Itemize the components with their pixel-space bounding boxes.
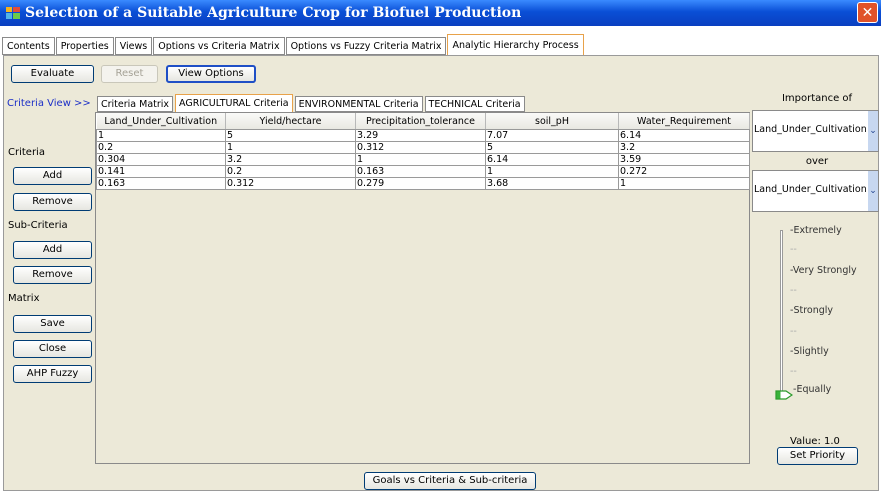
scale-tick-minor: -- bbox=[790, 244, 797, 255]
importance-slider[interactable] bbox=[780, 230, 783, 395]
table-cell[interactable]: 1 bbox=[96, 129, 226, 142]
scale-label-extremely: Extremely bbox=[793, 225, 842, 236]
criterion-b-value: Land_Under_Cultivation bbox=[754, 184, 867, 195]
table-row: 0.163 0.312 0.279 3.68 1 bbox=[96, 177, 750, 190]
table-cell[interactable]: 3.29 bbox=[355, 129, 486, 142]
table-cell[interactable]: 1 bbox=[485, 165, 619, 178]
tab-properties[interactable]: Properties bbox=[55, 37, 114, 55]
table-cell[interactable]: 6.14 bbox=[485, 153, 619, 166]
value-readout: Value: 1.0 bbox=[790, 436, 840, 447]
criterion-a-value: Land_Under_Cultivation bbox=[754, 124, 867, 135]
criteria-label: Criteria bbox=[8, 147, 45, 158]
chevron-down-icon[interactable]: ⌄ bbox=[868, 111, 878, 151]
table-cell[interactable]: 3.59 bbox=[618, 153, 750, 166]
scale-tick-equally: -Equally bbox=[793, 384, 832, 395]
goals-vs-criteria-button[interactable]: Goals vs Criteria & Sub-criteria bbox=[364, 472, 536, 490]
reset-button[interactable]: Reset bbox=[101, 65, 158, 83]
table-cell[interactable]: 3.68 bbox=[485, 177, 619, 190]
column-header[interactable]: soil_pH bbox=[485, 113, 619, 130]
remove-criteria-button[interactable]: Remove bbox=[13, 193, 92, 211]
tab-environmental-criteria[interactable]: ENVIRONMENTAL Criteria bbox=[294, 96, 423, 112]
scale-label-strongly: Strongly bbox=[793, 305, 834, 316]
ahp-fuzzy-button[interactable]: AHP Fuzzy bbox=[13, 365, 92, 383]
save-button[interactable]: Save bbox=[13, 315, 92, 333]
table-cell[interactable]: 5 bbox=[485, 141, 619, 154]
scale-tick-minor: -- bbox=[790, 285, 797, 296]
table-cell[interactable]: 0.141 bbox=[96, 165, 226, 178]
table-row: 0.2 1 0.312 5 3.2 bbox=[96, 141, 750, 154]
remove-sub-criteria-button[interactable]: Remove bbox=[13, 266, 92, 284]
scale-tick-extremely: -Extremely bbox=[790, 225, 842, 236]
close-icon[interactable]: ✕ bbox=[857, 2, 878, 23]
app-icon bbox=[6, 7, 20, 19]
view-options-button[interactable]: View Options bbox=[166, 65, 256, 83]
chevron-down-icon[interactable]: ⌄ bbox=[868, 171, 878, 211]
table-cell[interactable]: 0.304 bbox=[96, 153, 226, 166]
table-cell[interactable]: 0.272 bbox=[618, 165, 750, 178]
tab-contents[interactable]: Contents bbox=[2, 37, 55, 55]
close-button[interactable]: Close bbox=[13, 340, 92, 358]
table-cell[interactable]: 0.2 bbox=[96, 141, 226, 154]
matrix-label: Matrix bbox=[8, 293, 40, 304]
scale-tick-slightly: -Slightly bbox=[790, 346, 829, 357]
tab-views[interactable]: Views bbox=[114, 37, 153, 55]
sub-criteria-label: Sub-Criteria bbox=[8, 220, 68, 231]
column-header[interactable]: Water_Requirement bbox=[618, 113, 750, 130]
table-cell[interactable]: 0.312 bbox=[225, 177, 356, 190]
importance-of-label: Importance of bbox=[781, 93, 853, 104]
comparison-matrix-panel: Land_Under_Cultivation Yield/hectare Pre… bbox=[95, 112, 750, 464]
column-header[interactable]: Land_Under_Cultivation bbox=[96, 113, 226, 130]
scale-label-very-strongly: Very Strongly bbox=[792, 265, 857, 276]
table-cell[interactable]: 0.312 bbox=[355, 141, 486, 154]
criteria-tab-strip: Criteria Matrix AGRICULTURAL Criteria EN… bbox=[97, 94, 527, 112]
set-priority-button[interactable]: Set Priority bbox=[777, 447, 858, 465]
over-label: over bbox=[805, 156, 829, 167]
scale-tick-minor: -- bbox=[790, 326, 797, 337]
table-header-row: Land_Under_Cultivation Yield/hectare Pre… bbox=[96, 113, 750, 130]
add-sub-criteria-button[interactable]: Add bbox=[13, 241, 92, 259]
table-cell[interactable]: 0.2 bbox=[225, 165, 356, 178]
table-cell[interactable]: 0.163 bbox=[355, 165, 486, 178]
tab-technical-criteria[interactable]: TECHNICAL Criteria bbox=[424, 96, 525, 112]
main-tab-strip: Contents Properties Views Options vs Cri… bbox=[2, 34, 585, 55]
tab-criteria-matrix[interactable]: Criteria Matrix bbox=[97, 96, 174, 112]
scale-tick-strongly: -Strongly bbox=[790, 305, 834, 316]
table-cell[interactable]: 1 bbox=[225, 141, 356, 154]
scale-tick-very-strongly: -Very Strongly bbox=[790, 265, 857, 276]
slider-thumb[interactable] bbox=[775, 390, 793, 400]
table-cell[interactable]: 3.2 bbox=[225, 153, 356, 166]
title-bar: Selection of a Suitable Agriculture Crop… bbox=[0, 0, 881, 26]
table-row: 0.304 3.2 1 6.14 3.59 bbox=[96, 153, 750, 166]
tab-analytic-hierarchy-process[interactable]: Analytic Hierarchy Process bbox=[447, 34, 584, 55]
criterion-b-dropdown[interactable]: Land_Under_Cultivation ⌄ bbox=[752, 170, 879, 212]
criteria-view-label: Criteria View >> bbox=[7, 98, 91, 109]
tab-options-vs-criteria-matrix[interactable]: Options vs Criteria Matrix bbox=[153, 37, 285, 55]
table-row: 0.141 0.2 0.163 1 0.272 bbox=[96, 165, 750, 178]
table-cell[interactable]: 6.14 bbox=[618, 129, 750, 142]
comparison-matrix-table: Land_Under_Cultivation Yield/hectare Pre… bbox=[96, 113, 750, 190]
table-cell[interactable]: 7.07 bbox=[485, 129, 619, 142]
column-header[interactable]: Precipitation_tolerance bbox=[355, 113, 486, 130]
scale-label-equally: Equally bbox=[796, 384, 832, 395]
table-cell[interactable]: 1 bbox=[355, 153, 486, 166]
scale-tick-minor: -- bbox=[790, 366, 797, 377]
table-cell[interactable]: 3.2 bbox=[618, 141, 750, 154]
table-cell[interactable]: 5 bbox=[225, 129, 356, 142]
tab-agricultural-criteria[interactable]: AGRICULTURAL Criteria bbox=[175, 94, 293, 112]
table-row: 1 5 3.29 7.07 6.14 bbox=[96, 129, 750, 142]
table-cell[interactable]: 0.163 bbox=[96, 177, 226, 190]
evaluate-button[interactable]: Evaluate bbox=[11, 65, 94, 83]
window-title: Selection of a Suitable Agriculture Crop… bbox=[25, 5, 522, 21]
add-criteria-button[interactable]: Add bbox=[13, 167, 92, 185]
criterion-a-dropdown[interactable]: Land_Under_Cultivation ⌄ bbox=[752, 110, 879, 152]
tab-options-vs-fuzzy-criteria-matrix[interactable]: Options vs Fuzzy Criteria Matrix bbox=[285, 37, 447, 55]
table-cell[interactable]: 1 bbox=[618, 177, 750, 190]
scale-label-slightly: Slightly bbox=[793, 346, 829, 357]
table-cell[interactable]: 0.279 bbox=[355, 177, 486, 190]
column-header[interactable]: Yield/hectare bbox=[225, 113, 356, 130]
